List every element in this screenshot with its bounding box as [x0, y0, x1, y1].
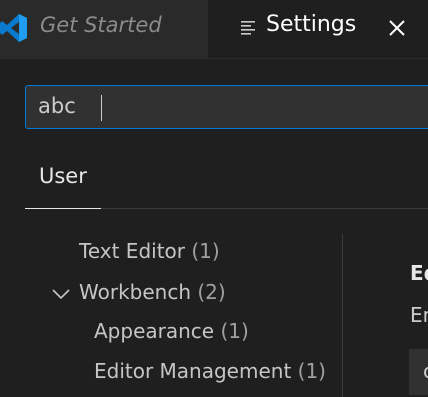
vscode-logo-icon [0, 14, 27, 42]
tab-label-get-started: Get Started [40, 13, 162, 37]
settings-scope-tabs: User [25, 150, 428, 209]
toc-item-count: (2) [197, 280, 226, 304]
toc-item-count: (1) [191, 239, 220, 263]
close-icon[interactable] [386, 17, 408, 39]
toc-item-count: (1) [297, 359, 326, 383]
chevron-down-icon[interactable] [50, 287, 72, 301]
tab-settings[interactable]: Settings [208, 0, 428, 58]
toc-item-label: Editor Management [94, 359, 292, 383]
setting-heading: Ed [410, 261, 428, 285]
tab-user-label: User [39, 164, 87, 188]
toc-item-editor-management[interactable]: Editor Management (1) [94, 359, 326, 383]
editor-tab-bar: Get Started Settings [0, 0, 428, 59]
toc-item-label: Workbench [79, 280, 191, 304]
text-caret [101, 95, 102, 121]
toc-item-label: Text Editor [79, 239, 185, 263]
setting-value-field[interactable]: c [409, 349, 428, 395]
settings-search-box[interactable]: abc [25, 85, 428, 129]
tab-label-settings: Settings [266, 12, 357, 37]
toc-item-count: (1) [220, 319, 249, 343]
settings-search-input[interactable]: abc [38, 94, 76, 118]
setting-value-text: c [423, 359, 428, 383]
toc-item-workbench[interactable]: Workbench (2) [79, 280, 226, 304]
toc-item-appearance[interactable]: Appearance (1) [94, 319, 249, 343]
toc-item-label: Appearance [94, 319, 215, 343]
setting-description: En [410, 303, 428, 327]
settings-lines-icon [241, 21, 255, 35]
tab-user[interactable]: User [25, 150, 101, 209]
toc-divider [342, 234, 343, 397]
toc-item-text-editor[interactable]: Text Editor (1) [79, 239, 220, 263]
tab-get-started[interactable]: Get Started [0, 0, 208, 58]
